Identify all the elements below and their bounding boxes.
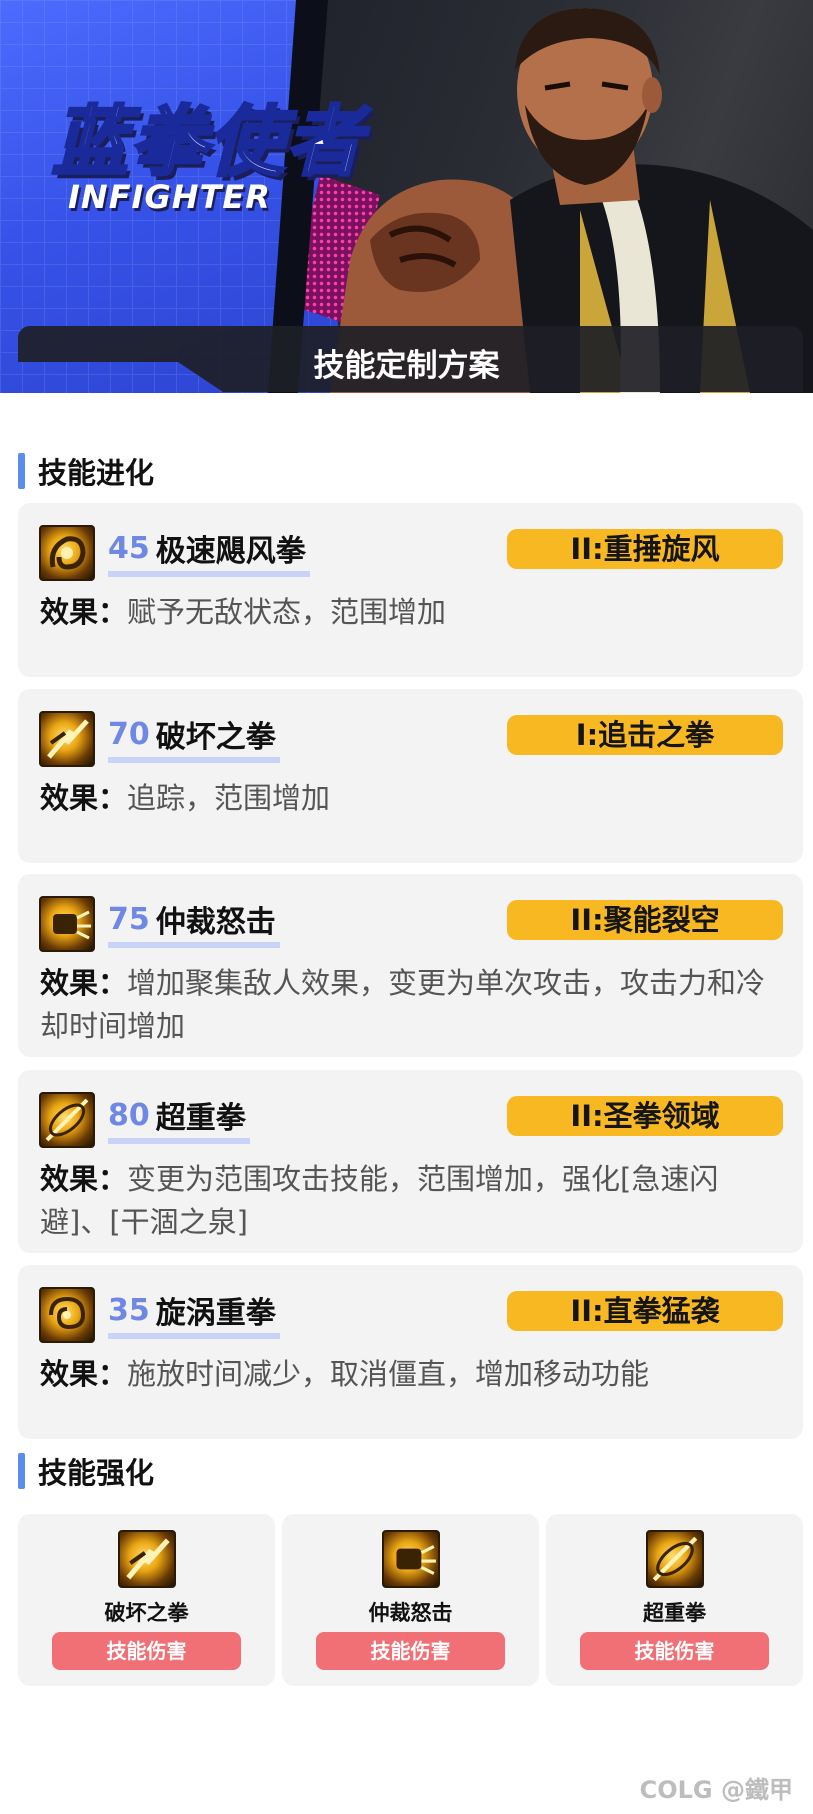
enhance-skill-name: 仲裁怒击 xyxy=(368,1601,453,1625)
effect-label: 效果： xyxy=(40,595,128,629)
skill-title: 80 超重拳 xyxy=(108,1092,250,1144)
page-title: 技能定制方案 xyxy=(313,348,500,384)
skill-damage-button[interactable]: 技能伤害 xyxy=(316,1632,505,1670)
enhance-skill-name: 超重拳 xyxy=(643,1601,706,1625)
section-header-evolution: 技能进化 xyxy=(18,452,154,490)
destruction-fist-icon xyxy=(39,711,95,767)
section-accent-bar xyxy=(18,1453,25,1489)
vortex-fist-icon xyxy=(39,1287,95,1343)
skill-evolution-tag[interactable]: II:聚能裂空 xyxy=(507,900,783,940)
skill-effect: 效果：变更为范围攻击技能，范围增加，强化[急速闪避]、[干涸之泉] xyxy=(40,1158,767,1244)
class-title: 蓝拳使者 xyxy=(51,96,364,188)
skill-evolution-tag[interactable]: II:圣拳领域 xyxy=(507,1096,783,1136)
skill-level: 35 xyxy=(108,1292,150,1328)
effect-label: 效果： xyxy=(40,781,128,815)
watermark: COLG @鐵甲 xyxy=(639,1776,793,1804)
skill-name: 旋涡重拳 xyxy=(155,1296,276,1331)
enhance-card[interactable]: 超重拳 技能伤害 xyxy=(546,1514,803,1686)
skill-evolution-tag[interactable]: II:直拳猛袭 xyxy=(507,1291,783,1331)
effect-label: 效果： xyxy=(40,966,128,1000)
effect-label: 效果： xyxy=(40,1162,128,1196)
skill-name: 超重拳 xyxy=(155,1101,246,1136)
skill-evolution-tag[interactable]: II:重捶旋风 xyxy=(507,529,783,569)
effect-text: 施放时间减少，取消僵直，增加移动功能 xyxy=(127,1357,650,1391)
skill-card: 45 极速飓风拳 II:重捶旋风 效果：赋予无敌状态，范围增加 xyxy=(18,503,803,677)
effect-text: 增加聚集敌人效果，变更为单次攻击，攻击力和冷却时间增加 xyxy=(40,966,766,1043)
section-accent-bar xyxy=(18,453,25,489)
skill-level: 80 xyxy=(108,1097,150,1133)
enhance-skill-name: 破坏之拳 xyxy=(104,1601,189,1625)
effect-text: 变更为范围攻击技能，范围增加，强化[急速闪避]、[干涸之泉] xyxy=(40,1162,719,1239)
class-subtitle: INFIGHTER xyxy=(68,178,271,216)
skill-name: 破坏之拳 xyxy=(155,720,276,755)
skill-level: 45 xyxy=(108,530,150,566)
skill-damage-button[interactable]: 技能伤害 xyxy=(52,1632,241,1670)
skill-card: 70 破坏之拳 I:追击之拳 效果：追踪，范围增加 xyxy=(18,689,803,863)
arbitration-strike-icon xyxy=(381,1530,440,1588)
super-heavy-fist-icon xyxy=(645,1530,704,1588)
enhance-card[interactable]: 仲裁怒击 技能伤害 xyxy=(282,1514,539,1686)
skill-effect: 效果：施放时间减少，取消僵直，增加移动功能 xyxy=(40,1353,767,1396)
skill-evolution-tag[interactable]: I:追击之拳 xyxy=(507,715,783,755)
skill-title: 35 旋涡重拳 xyxy=(108,1287,280,1339)
destruction-fist-icon xyxy=(117,1530,176,1588)
skill-title: 70 破坏之拳 xyxy=(108,711,280,763)
effect-text: 赋予无敌状态，范围增加 xyxy=(127,595,447,629)
skill-card: 80 超重拳 II:圣拳领域 效果：变更为范围攻击技能，范围增加，强化[急速闪避… xyxy=(18,1070,803,1253)
section-title: 技能强化 xyxy=(38,1456,155,1490)
hero-banner: 蓝拳使者 INFIGHTER 技能定制方案 xyxy=(0,0,813,393)
skill-name: 极速飓风拳 xyxy=(155,534,306,569)
skill-effect: 效果：增加聚集敌人效果，变更为单次攻击，攻击力和冷却时间增加 xyxy=(40,962,767,1048)
effect-text: 追踪，范围增加 xyxy=(127,781,331,815)
skill-title: 45 极速飓风拳 xyxy=(108,525,310,577)
skill-effect: 效果：追踪，范围增加 xyxy=(40,777,767,820)
section-title: 技能进化 xyxy=(38,456,155,490)
skill-level: 70 xyxy=(108,716,150,752)
arbitration-strike-icon xyxy=(39,896,95,952)
super-heavy-fist-icon xyxy=(39,1092,95,1148)
whirlwind-fist-icon xyxy=(39,525,95,581)
skill-effect: 效果：赋予无敌状态，范围增加 xyxy=(40,591,767,634)
effect-label: 效果： xyxy=(40,1357,128,1391)
skill-level: 75 xyxy=(108,901,150,937)
skill-card: 35 旋涡重拳 II:直拳猛袭 效果：施放时间减少，取消僵直，增加移动功能 xyxy=(18,1265,803,1439)
skill-damage-button[interactable]: 技能伤害 xyxy=(580,1632,769,1670)
skill-card: 75 仲裁怒击 II:聚能裂空 效果：增加聚集敌人效果，变更为单次攻击，攻击力和… xyxy=(18,874,803,1057)
skill-name: 仲裁怒击 xyxy=(155,905,276,940)
section-header-enhance: 技能强化 xyxy=(18,1452,154,1490)
enhance-card[interactable]: 破坏之拳 技能伤害 xyxy=(18,1514,275,1686)
skill-title: 75 仲裁怒击 xyxy=(108,896,280,948)
